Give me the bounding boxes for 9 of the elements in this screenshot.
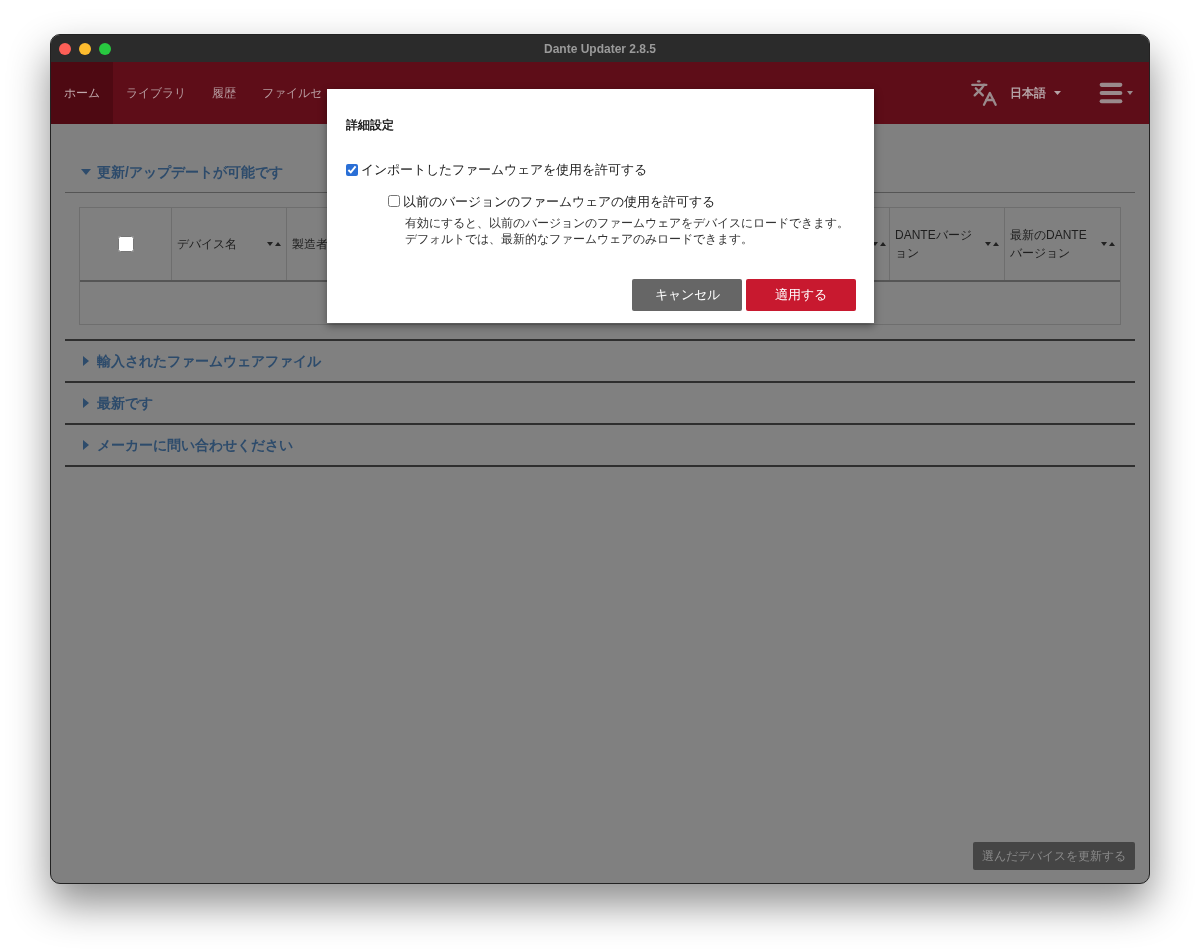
column-header: 最新のDANTEバージョン bbox=[1010, 227, 1088, 262]
window-title: Dante Updater 2.8.5 bbox=[544, 40, 656, 58]
dialog-title: 詳細設定 bbox=[346, 117, 395, 134]
option-label: 以前のバージョンのファームウェアの使用を許可する bbox=[403, 192, 715, 211]
column-header: DANTEバージョン bbox=[895, 227, 973, 262]
column-header: デバイス名 bbox=[177, 236, 238, 253]
column-header: 製造者 bbox=[292, 236, 328, 253]
option-description: 有効にすると、以前のバージョンのファームウェアをデバイスにロードできます。デフォルトでは、最新的なファームウェアのみロードできます。 bbox=[405, 215, 850, 247]
option-label: インポートしたファームウェアを使用を許可する bbox=[361, 161, 647, 179]
